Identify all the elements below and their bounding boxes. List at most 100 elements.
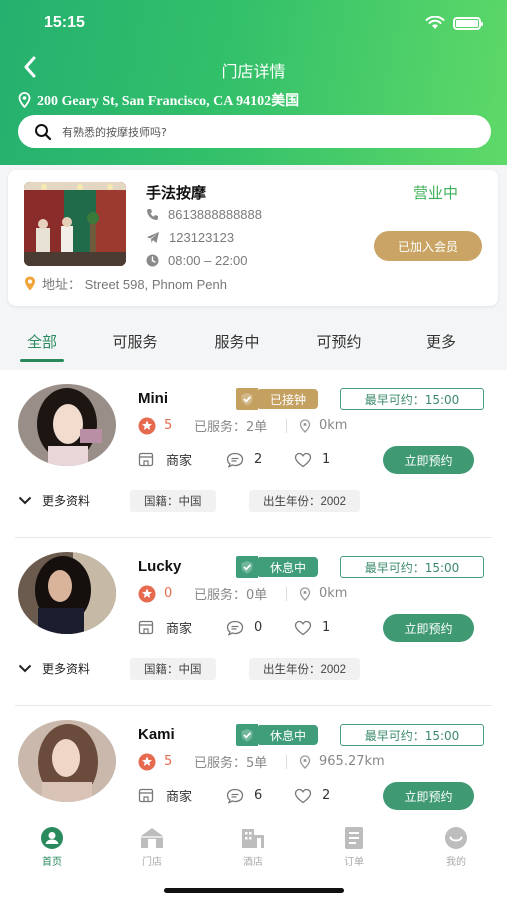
like-count: 1 xyxy=(322,452,331,467)
store-telegram: 123123123 xyxy=(169,230,235,245)
comment-icon xyxy=(226,620,244,636)
tab-label: 全部 xyxy=(26,332,57,351)
book-now-button[interactable]: 立即预约 xyxy=(383,446,474,474)
rating: 0 xyxy=(164,586,173,601)
page-title: 门店详情 xyxy=(221,62,286,81)
location-row: 200 Geary St, San Francisco, CA 94102美国 xyxy=(18,90,299,110)
status-badge: 休息中 xyxy=(236,556,319,578)
book-now-button[interactable]: 立即预约 xyxy=(383,614,474,642)
served-count: 已服务：0单 xyxy=(194,588,268,603)
store-name: 手法按摩 xyxy=(146,184,207,202)
store-icon xyxy=(141,828,163,848)
distance: 0km xyxy=(319,418,348,433)
distance: 965.27km xyxy=(319,754,385,769)
telegram-icon xyxy=(147,232,159,243)
shield-check-icon xyxy=(236,724,258,746)
divider xyxy=(286,586,287,601)
technician-card[interactable]: Kami 休息中 最早可约：15:00 5 已服务：5单 965.27km 商家… xyxy=(0,706,507,818)
nationality-chip: 国籍：中国 xyxy=(130,658,216,680)
header: 15:15 门店详情 200 Geary St, San Francisco, … xyxy=(0,0,507,165)
search-icon xyxy=(35,123,52,140)
store-hours-row: 08:00 – 22:00 xyxy=(146,253,248,268)
filter-tabs: 全部 可服务 服务中 可预约 更多 xyxy=(0,320,507,368)
birth-year-chip: 出生年份：2002 xyxy=(249,490,361,512)
earliest-available: 最早可约：15:00 xyxy=(340,724,484,746)
comment-icon xyxy=(226,452,244,468)
location-pin-icon xyxy=(299,418,311,433)
tabbar-item-home[interactable]: 首页 xyxy=(22,826,82,868)
tabbar-label: 订单 xyxy=(344,857,364,868)
tabbar-label: 我的 xyxy=(446,857,466,868)
status-badge: 休息中 xyxy=(236,724,319,746)
comment-icon xyxy=(226,788,244,804)
served-count: 已服务：5单 xyxy=(194,756,268,771)
home-indicator xyxy=(164,888,344,893)
shield-check-icon xyxy=(236,556,258,578)
status-badge-label: 休息中 xyxy=(258,557,319,577)
merchant-link[interactable]: 商家 xyxy=(166,786,226,805)
tabbar-label: 酒店 xyxy=(243,857,263,868)
more-info-toggle[interactable]: 更多资料 xyxy=(18,492,90,509)
more-info-label: 更多资料 xyxy=(42,494,91,508)
store-address-row: 地址： Street 598, Phnom Penh xyxy=(24,274,227,293)
status-icons xyxy=(425,15,483,31)
wifi-icon xyxy=(425,16,445,29)
like-count: 2 xyxy=(322,788,331,803)
rating: 5 xyxy=(164,754,173,769)
merchant-link[interactable]: 商家 xyxy=(166,618,226,637)
tabbar-item-orders[interactable]: 订单 xyxy=(324,826,384,868)
heart-icon[interactable] xyxy=(294,620,312,636)
store-phone-row: 8613888888888 xyxy=(146,207,262,222)
merchant-link[interactable]: 商家 xyxy=(166,450,226,469)
clock-icon xyxy=(146,254,159,267)
technician-card[interactable]: Lucky 休息中 最早可约：15:00 0 已服务：0单 0km 商家 0 1… xyxy=(0,538,507,706)
store-address: 地址： Street 598, Phnom Penh xyxy=(42,277,227,292)
tabbar-item-profile[interactable]: 我的 xyxy=(426,826,486,868)
more-info-toggle[interactable]: 更多资料 xyxy=(18,660,90,677)
stats-row: 5 已服务：2单 0km xyxy=(138,416,347,435)
technician-card[interactable]: Mini 已接钟 最早可约：15:00 5 已服务：2单 0km 商家 2 1 … xyxy=(0,370,507,538)
shop-icon xyxy=(138,788,154,803)
avatar xyxy=(18,384,116,466)
member-button[interactable]: 已加入会员 xyxy=(374,231,482,261)
search-input[interactable]: 有熟悉的按摩技师吗? xyxy=(18,115,491,148)
search-placeholder: 有熟悉的按摩技师吗? xyxy=(62,125,167,139)
phone-icon xyxy=(147,209,158,220)
store-hours: 08:00 – 22:00 xyxy=(168,253,248,268)
tab-label: 服务中 xyxy=(214,332,260,351)
heart-icon[interactable] xyxy=(294,788,312,804)
shop-icon xyxy=(138,452,154,467)
tab-more[interactable]: 更多 xyxy=(390,320,492,362)
shield-check-icon xyxy=(236,388,258,410)
tab-label: 可预约 xyxy=(316,332,362,351)
nationality-chip: 国籍：中国 xyxy=(130,490,216,512)
battery-icon xyxy=(453,16,483,30)
tab-all[interactable]: 全部 xyxy=(0,320,84,362)
comment-count: 0 xyxy=(254,620,263,635)
earliest-available: 最早可约：15:00 xyxy=(340,388,484,410)
comment-count: 2 xyxy=(254,452,263,467)
status-time: 15:15 xyxy=(44,14,85,31)
chevron-down-icon xyxy=(18,496,32,505)
divider xyxy=(286,754,287,769)
technician-name: Mini xyxy=(138,390,168,407)
tabbar-item-hotel[interactable]: 酒店 xyxy=(223,826,283,868)
divider xyxy=(286,418,287,433)
location-pin-icon xyxy=(25,276,35,291)
distance: 0km xyxy=(319,586,348,601)
tab-in-service[interactable]: 服务中 xyxy=(186,320,288,362)
store-status: 营业中 xyxy=(412,184,458,202)
location-pin-icon xyxy=(299,754,311,769)
location-pin-icon xyxy=(18,92,31,108)
profile-icon xyxy=(445,827,467,849)
store-photo xyxy=(24,182,126,266)
tabbar-item-store[interactable]: 门店 xyxy=(122,826,182,868)
tab-available[interactable]: 可服务 xyxy=(84,320,186,362)
more-info-label: 更多资料 xyxy=(42,662,91,676)
tab-bookable[interactable]: 可预约 xyxy=(288,320,390,362)
book-now-button[interactable]: 立即预约 xyxy=(383,782,474,810)
star-icon xyxy=(138,753,156,770)
heart-icon[interactable] xyxy=(294,452,312,468)
store-card[interactable]: 手法按摩 营业中 8613888888888 123123123 08:00 –… xyxy=(8,170,498,306)
technician-name: Kami xyxy=(138,726,175,743)
